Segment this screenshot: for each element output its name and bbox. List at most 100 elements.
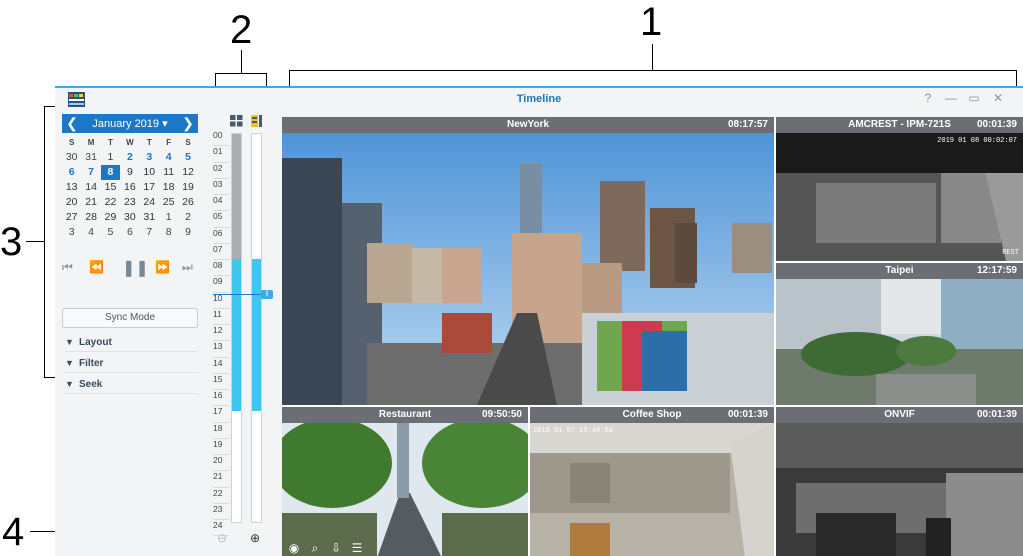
callout-1-stem	[652, 44, 653, 70]
calendar-day[interactable]: 30	[62, 150, 81, 165]
calendar-day[interactable]: 12	[178, 165, 197, 180]
calendar-day[interactable]: 24	[140, 195, 159, 210]
calendar-day[interactable]: 26	[178, 195, 197, 210]
zoom-icon[interactable]: ⌕	[307, 541, 323, 555]
calendar-day[interactable]: 15	[101, 180, 120, 195]
timeline-track-1[interactable]	[231, 133, 242, 523]
timeline-hour-label: 13	[213, 341, 229, 358]
calendar-day[interactable]: 8	[159, 225, 178, 240]
sync-mode-button[interactable]: Sync Mode	[62, 308, 198, 328]
calendar-day[interactable]: 1	[101, 150, 120, 165]
calendar-day[interactable]: 30	[120, 210, 139, 225]
calendar-day[interactable]: 13	[62, 180, 81, 195]
calendar-day[interactable]: 8	[100, 165, 121, 180]
callout-2-stem	[241, 50, 242, 73]
calendar-day[interactable]: 10	[140, 165, 159, 180]
camera-header: Restaurant 09:50:50	[282, 407, 528, 423]
camera-tile-restaurant[interactable]: Restaurant 09:50:50 ◉ ⌕ ⇩ ☰	[282, 407, 528, 556]
rewind-icon[interactable]: ⏪	[89, 260, 104, 274]
calendar-day[interactable]: 25	[159, 195, 178, 210]
close-button[interactable]: ✕	[991, 91, 1005, 105]
calendar-day[interactable]: 31	[140, 210, 159, 225]
camera-tile-taipei[interactable]: Taipei 12:17:59	[776, 263, 1023, 405]
maximize-button[interactable]: ▭	[967, 91, 981, 105]
accordion-layout[interactable]: ▼ Layout	[65, 332, 198, 352]
calendar-day[interactable]: 28	[81, 210, 100, 225]
event-view-icon[interactable]	[251, 115, 262, 127]
calendar-day[interactable]: 9	[120, 165, 139, 180]
month-selector[interactable]: January 2019 ▾	[62, 117, 198, 130]
calendar-day[interactable]: 6	[120, 225, 139, 240]
timeline-hour-label: 01	[213, 146, 229, 163]
calendar-day[interactable]: 3	[140, 150, 159, 165]
calendar-day[interactable]: 31	[81, 150, 100, 165]
calendar-day[interactable]: 5	[101, 225, 120, 240]
download-icon[interactable]: ⇩	[328, 541, 344, 555]
calendar-day[interactable]: 9	[178, 225, 197, 240]
timeline-hour-label: 02	[213, 163, 229, 179]
camera-feed-newyork	[282, 133, 774, 405]
camera-header: NewYork 08:17:57	[282, 117, 774, 133]
calendar-day[interactable]: 18	[159, 180, 178, 195]
calendar-weekday: M	[87, 138, 95, 147]
calendar-day[interactable]: 14	[81, 180, 100, 195]
camera-tile-newyork[interactable]: NewYork 08:17:57	[282, 117, 774, 405]
timeline-hour-label: 05	[213, 211, 229, 228]
calendar-day[interactable]: 21	[81, 195, 100, 210]
calendar-day[interactable]: 2	[120, 150, 139, 165]
settings-icon[interactable]: ☰	[349, 541, 365, 555]
calendar-weekday: T	[146, 138, 152, 147]
camera-tile-amcrest[interactable]: AMCREST - IPM-721S 00:01:39 2019 01 08 0…	[776, 117, 1023, 261]
timeline-cursor-handle[interactable]: ||	[261, 290, 273, 299]
calendar-day[interactable]: 1	[159, 210, 178, 225]
timeline-hour-label: 03	[213, 179, 229, 195]
calendar-week-row: 30 31 1 2 3 4 5	[62, 150, 198, 165]
calendar-day[interactable]: 20	[62, 195, 81, 210]
camera-osd-brand: REST	[1002, 249, 1019, 257]
calendar-day[interactable]: 16	[120, 180, 139, 195]
camera-header: Coffee Shop 00:01:39	[530, 407, 774, 423]
camera-tile-onvif[interactable]: ONVIF 00:01:39	[776, 407, 1023, 556]
timeline-hours: 00 01 02 03 04 05 06 07 08 09 10 11 12 13 14 15 16 17 18 19…	[213, 130, 229, 537]
calendar-day[interactable]: 5	[178, 150, 197, 165]
pause-icon[interactable]: ❚❚	[122, 258, 149, 278]
camera-time: 00:01:39	[727, 409, 768, 420]
calendar-day[interactable]: 29	[101, 210, 120, 225]
camera-feed-taipei	[776, 279, 1023, 405]
next-month-button[interactable]: ❯	[181, 115, 195, 132]
camera-time: 08:17:57	[727, 119, 768, 130]
calendar-day[interactable]: 6	[62, 165, 81, 180]
calendar-grid: S M T W T F S 30 31 1 2 3 4 5 6 7 8 9 10 11 12 13 14 15 16 17 18 19…	[62, 135, 198, 240]
help-button[interactable]: ?	[921, 91, 935, 105]
camera-icon[interactable]: ◉	[286, 541, 302, 555]
calendar-day[interactable]: 7	[81, 165, 100, 180]
calendar-week-row: 20 21 22 23 24 25 26	[62, 195, 198, 210]
calendar-week-row: 27 28 29 30 31 1 2	[62, 210, 198, 225]
skip-to-start-icon[interactable]: ⏮	[62, 260, 73, 275]
timeline-track-2[interactable]	[251, 133, 262, 523]
callout-1-bracket	[289, 70, 1017, 71]
fast-forward-icon[interactable]: ⏩	[155, 260, 170, 274]
calendar-day[interactable]: 17	[140, 180, 159, 195]
chevron-down-icon: ▼	[65, 337, 74, 347]
calendar-day[interactable]: 4	[81, 225, 100, 240]
accordion-filter[interactable]: ▼ Filter	[65, 353, 198, 373]
calendar-day[interactable]: 7	[140, 225, 159, 240]
calendar-day[interactable]: 19	[178, 180, 197, 195]
calendar-day[interactable]: 4	[159, 150, 178, 165]
calendar-day[interactable]: 2	[178, 210, 197, 225]
camera-tile-coffee-shop[interactable]: Coffee Shop 00:01:39 2019 01 07 15:48:56	[530, 407, 774, 556]
minimize-button[interactable]: —	[944, 91, 958, 105]
zoom-out-icon[interactable]: ⊖	[217, 531, 227, 545]
timeline-hour-label: 06	[213, 228, 229, 244]
zoom-in-icon[interactable]: ⊕	[250, 531, 260, 545]
calendar-day[interactable]: 11	[159, 165, 178, 180]
grid-view-icon[interactable]	[230, 115, 243, 127]
camera-time: 09:50:50	[481, 409, 522, 420]
skip-to-end-icon[interactable]: ⏭	[182, 260, 193, 275]
accordion-seek[interactable]: ▼ Seek	[65, 374, 198, 394]
calendar-day[interactable]: 3	[62, 225, 81, 240]
calendar-day[interactable]: 27	[62, 210, 81, 225]
calendar-day[interactable]: 22	[101, 195, 120, 210]
calendar-day[interactable]: 23	[120, 195, 139, 210]
